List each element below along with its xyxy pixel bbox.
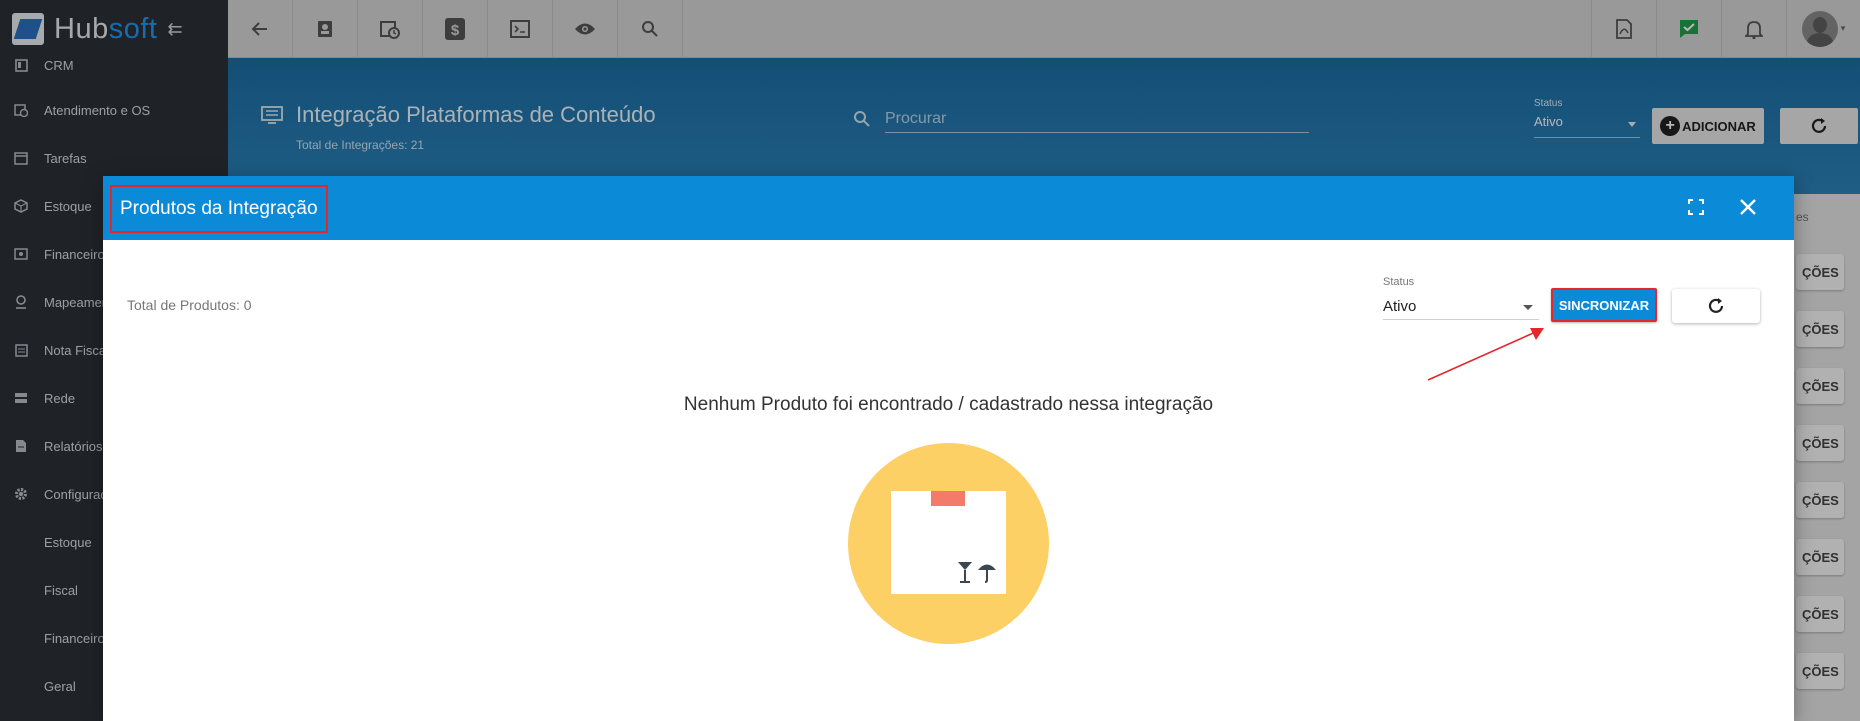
modal-status-label: Status bbox=[1383, 276, 1415, 288]
modal-header: Produtos da Integração bbox=[103, 176, 1794, 240]
empty-box-illustration bbox=[848, 443, 1049, 644]
umbrella-icon bbox=[978, 564, 996, 583]
products-total: Total de Produtos: 0 bbox=[127, 297, 252, 313]
sync-button[interactable]: SINCRONIZAR bbox=[1551, 288, 1657, 322]
fullscreen-icon bbox=[1688, 199, 1704, 215]
modal-status-select[interactable]: Ativo bbox=[1383, 292, 1539, 320]
close-button[interactable] bbox=[1739, 198, 1759, 218]
refresh-icon bbox=[1708, 298, 1724, 313]
fragile-glass-icon bbox=[958, 562, 972, 583]
modal-title: Produtos da Integração bbox=[110, 185, 328, 233]
caret-down-icon bbox=[1523, 305, 1533, 310]
box-tape bbox=[931, 491, 965, 506]
annotation-arrow bbox=[1427, 328, 1544, 381]
modal-status-value: Ativo bbox=[1383, 298, 1417, 315]
fullscreen-button[interactable] bbox=[1687, 198, 1707, 218]
modal-refresh-button[interactable] bbox=[1672, 289, 1760, 323]
close-icon bbox=[1740, 199, 1756, 215]
products-modal: Produtos da Integração Total de Produtos… bbox=[103, 176, 1794, 721]
empty-state-message: Nenhum Produto foi encontrado / cadastra… bbox=[683, 394, 1214, 415]
box-illustration bbox=[891, 491, 1006, 594]
